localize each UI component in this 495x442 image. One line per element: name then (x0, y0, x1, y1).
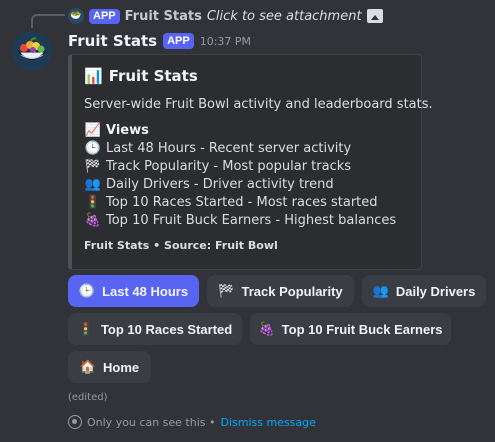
grapes-icon: 🍇 (258, 321, 275, 336)
edited-label: (edited) (68, 392, 108, 403)
view-item-text: Track Popularity - Most popular tracks (106, 159, 352, 174)
top-10-fruit-buck-earners-button[interactable]: 🍇 Top 10 Fruit Buck Earners (250, 313, 451, 345)
app-badge: APP (163, 33, 194, 49)
avatar[interactable] (12, 31, 52, 71)
views-heading-text: Views (106, 123, 149, 138)
embed-views: 📈 Views 🕒 Last 48 Hours - Recent server … (84, 122, 409, 230)
daily-drivers-button[interactable]: 👥 Daily Drivers (362, 275, 486, 307)
eye-icon (68, 415, 82, 429)
button-label: Top 10 Races Started (100, 321, 233, 337)
top-10-races-started-button[interactable]: 🚦 Top 10 Races Started (68, 313, 242, 345)
message-header: Fruit Stats APP 10:37 PM (68, 30, 251, 52)
clock-icon: 🕒 (78, 283, 96, 298)
checkered-flag-icon: 🏁 (84, 159, 102, 174)
chart-icon: 📊 (84, 67, 103, 85)
checkered-flag-icon: 🏁 (218, 283, 235, 298)
ephemeral-text: Only you can see this • (87, 415, 216, 429)
message-author[interactable]: Fruit Stats (68, 32, 157, 50)
view-item: 🍇 Top 10 Fruit Buck Earners - Highest ba… (84, 212, 409, 230)
ephemeral-notice: Only you can see this • Dismiss message (68, 415, 316, 429)
traffic-light-icon: 🚦 (77, 321, 94, 336)
views-heading: 📈 Views (84, 122, 409, 140)
button-label: Last 48 Hours (102, 283, 189, 299)
reply-app-badge: APP (89, 8, 120, 24)
home-button[interactable]: 🏠 Home (68, 351, 151, 383)
button-label: Top 10 Fruit Buck Earners (281, 321, 443, 337)
image-icon (366, 9, 383, 23)
track-popularity-button[interactable]: 🏁 Track Popularity (207, 275, 354, 307)
reply-preview[interactable]: 🥗 APP Fruit Stats Click to see attachmen… (68, 6, 383, 26)
embed-footer: Fruit Stats • Source: Fruit Bowl (84, 239, 278, 252)
home-icon: 🏠 (79, 359, 97, 374)
view-item: 👥 Daily Drivers - Driver activity trend (84, 176, 409, 194)
traffic-light-icon: 🚦 (84, 195, 102, 210)
view-item-text: Last 48 Hours - Recent server activity (106, 141, 352, 156)
reply-connector (31, 14, 65, 28)
view-item-text: Daily Drivers - Driver activity trend (106, 177, 334, 192)
embed-title: 📊 Fruit Stats (84, 65, 409, 87)
view-item-text: Top 10 Fruit Buck Earners - Highest bala… (106, 213, 397, 228)
embed: 📊 Fruit Stats Server-wide Fruit Bowl act… (68, 54, 433, 270)
view-item: 🏁 Track Popularity - Most popular tracks (84, 158, 409, 176)
reply-avatar: 🥗 (68, 8, 84, 24)
people-icon: 👥 (372, 283, 389, 298)
last-48-hours-button[interactable]: 🕒 Last 48 Hours (68, 275, 199, 307)
button-label: Daily Drivers (395, 283, 476, 299)
message-timestamp[interactable]: 10:37 PM (200, 35, 251, 48)
reply-author[interactable]: Fruit Stats (125, 9, 202, 24)
reply-text[interactable]: Click to see attachment (207, 9, 362, 24)
embed-description: Server-wide Fruit Bowl activity and lead… (84, 97, 433, 112)
grapes-icon: 🍇 (84, 213, 102, 228)
people-icon: 👥 (84, 177, 102, 192)
embed-title-text: Fruit Stats (108, 67, 198, 85)
clock-icon: 🕒 (84, 141, 102, 156)
dismiss-message-link[interactable]: Dismiss message (220, 416, 315, 429)
view-item-text: Top 10 Races Started - Most races starte… (106, 195, 378, 210)
button-label: Track Popularity (241, 283, 343, 299)
trend-icon: 📈 (84, 123, 102, 138)
view-item: 🕒 Last 48 Hours - Recent server activity (84, 140, 409, 158)
view-item: 🚦 Top 10 Races Started - Most races star… (84, 194, 409, 212)
button-label: Home (103, 359, 140, 375)
